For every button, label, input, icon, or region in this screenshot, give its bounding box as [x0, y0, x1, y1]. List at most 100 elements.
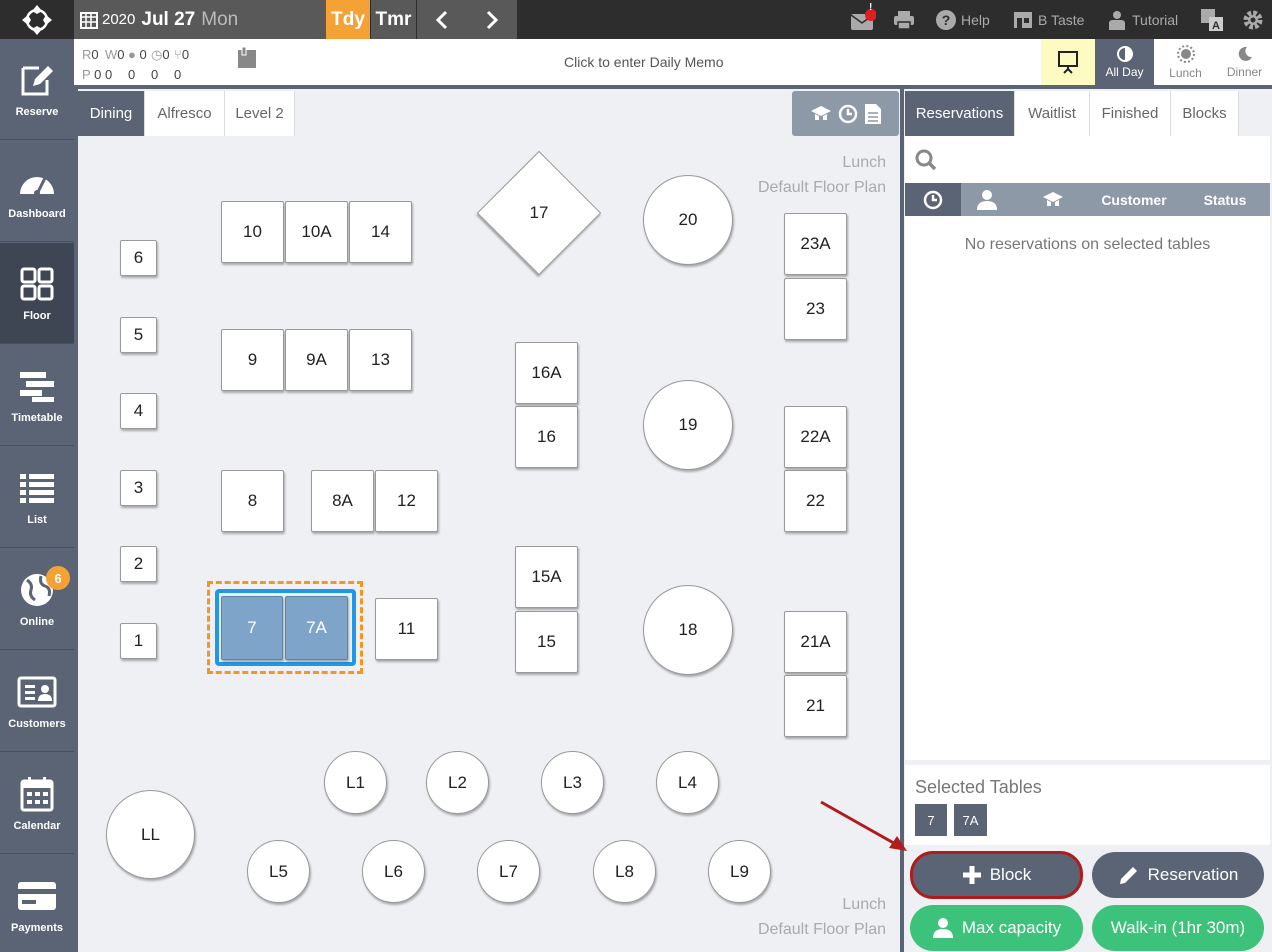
- count-pending: ◷0: [151, 47, 170, 62]
- table-l9[interactable]: L9: [708, 840, 771, 903]
- timeline-bars-icon: [20, 372, 54, 402]
- settings-button[interactable]: [1243, 0, 1263, 39]
- clock-icon[interactable]: [838, 104, 858, 124]
- table-8[interactable]: 8: [221, 470, 284, 532]
- sort-table-header[interactable]: [1013, 183, 1093, 216]
- selected-table-chip[interactable]: 7A: [954, 804, 987, 836]
- table-21a[interactable]: 21A: [784, 611, 847, 673]
- tab-reservations[interactable]: Reservations: [905, 91, 1015, 136]
- table-9[interactable]: 9: [221, 329, 284, 391]
- tab-level-2[interactable]: Level 2: [225, 91, 295, 136]
- document-icon[interactable]: [864, 103, 882, 125]
- clipboard-icon[interactable]: [236, 46, 258, 75]
- table-8a[interactable]: 8A: [311, 470, 374, 532]
- table-l3[interactable]: L3: [541, 751, 604, 814]
- table-23a[interactable]: 23A: [784, 213, 847, 275]
- period-dinner[interactable]: Dinner: [1215, 39, 1272, 85]
- store-icon: [1014, 11, 1032, 28]
- period-lunch[interactable]: Lunch: [1156, 39, 1215, 85]
- sort-time-header[interactable]: [905, 183, 961, 216]
- print-button[interactable]: [893, 0, 915, 39]
- sidebar-item-label: Online: [19, 616, 55, 628]
- table-6[interactable]: 6: [120, 240, 157, 276]
- tomorrow-button[interactable]: Tmr: [371, 0, 416, 39]
- table-16[interactable]: 16: [515, 406, 578, 468]
- moon-icon: [1238, 46, 1252, 61]
- today-button[interactable]: Tdy: [326, 0, 370, 39]
- table-12[interactable]: 12: [375, 470, 438, 532]
- table-l4[interactable]: L4: [656, 751, 719, 814]
- sidebar-item-payments[interactable]: Payments: [0, 855, 74, 952]
- selected-table-chip[interactable]: 7: [915, 804, 947, 836]
- sort-status-header[interactable]: Status: [1185, 183, 1265, 216]
- table-14[interactable]: 14: [349, 201, 412, 263]
- table-1[interactable]: 1: [120, 623, 157, 659]
- table-19[interactable]: 19: [643, 380, 733, 470]
- reservation-button[interactable]: Reservation: [1092, 852, 1264, 898]
- table-9a[interactable]: 9A: [285, 329, 348, 391]
- sidebar-item-timetable[interactable]: Timetable: [0, 345, 74, 446]
- sidebar-item-reserve[interactable]: Reserve: [0, 39, 74, 140]
- table-l6[interactable]: L6: [362, 840, 425, 903]
- sidebar-item-customers[interactable]: Customers: [0, 651, 74, 752]
- sort-party-header[interactable]: [961, 183, 1013, 216]
- app-logo-icon[interactable]: [0, 0, 74, 39]
- table-11[interactable]: 11: [375, 598, 438, 660]
- table-4[interactable]: 4: [120, 393, 157, 429]
- table-15[interactable]: 15: [515, 611, 578, 673]
- walk-in-button[interactable]: Walk-in (1hr 30m): [1092, 905, 1264, 951]
- table-l5[interactable]: L5: [247, 840, 310, 903]
- table-l7[interactable]: L7: [477, 840, 540, 903]
- period-all-day[interactable]: All Day: [1095, 39, 1154, 85]
- floor-view-toggle[interactable]: [1041, 39, 1095, 85]
- tab-waitlist[interactable]: Waitlist: [1015, 91, 1090, 136]
- table-22a[interactable]: 22A: [784, 406, 847, 468]
- table-10[interactable]: 10: [221, 201, 284, 263]
- table-20[interactable]: 20: [643, 175, 733, 265]
- previous-day-button[interactable]: [417, 0, 467, 39]
- table-l8[interactable]: L8: [593, 840, 656, 903]
- table-5[interactable]: 5: [120, 317, 157, 353]
- search-input[interactable]: [945, 151, 1265, 168]
- sidebar-item-online[interactable]: Online 6: [0, 549, 74, 650]
- table-15a[interactable]: 15A: [515, 546, 578, 608]
- table-21[interactable]: 21: [784, 675, 847, 737]
- tab-finished[interactable]: Finished: [1090, 91, 1171, 136]
- table-l2[interactable]: L2: [426, 751, 489, 814]
- language-button[interactable]: A: [1200, 0, 1224, 39]
- sort-customer-header[interactable]: Customer: [1093, 183, 1175, 216]
- sidebar-item-floor[interactable]: Floor: [0, 243, 74, 344]
- table-7a[interactable]: 7A: [285, 596, 348, 660]
- tutorial-button[interactable]: Tutorial: [1107, 0, 1178, 39]
- max-capacity-button[interactable]: Max capacity: [910, 905, 1083, 951]
- period-all-day-label: All Day: [1105, 64, 1144, 79]
- venue-button[interactable]: B Taste: [1013, 0, 1084, 39]
- sidebar-item-list[interactable]: List: [0, 447, 74, 548]
- current-year: 2020: [102, 11, 136, 28]
- sidebar-item-calendar[interactable]: Calendar: [0, 753, 74, 854]
- help-button[interactable]: ? Help: [936, 0, 990, 39]
- date-picker[interactable]: 2020 Jul 27 Mon: [74, 0, 326, 39]
- next-day-button[interactable]: [467, 0, 517, 39]
- table-23[interactable]: 23: [784, 278, 847, 340]
- table-13[interactable]: 13: [349, 329, 412, 391]
- graduation-cap-icon[interactable]: [810, 105, 832, 123]
- sidebar-item-dashboard[interactable]: Dashboard: [0, 141, 74, 242]
- table-18[interactable]: 18: [643, 585, 733, 675]
- table-7[interactable]: 7: [221, 596, 283, 660]
- mail-button[interactable]: !: [850, 0, 876, 39]
- table-16a[interactable]: 16A: [515, 342, 578, 404]
- tab-dining[interactable]: Dining: [78, 91, 145, 136]
- tab-alfresco[interactable]: Alfresco: [145, 91, 225, 136]
- table-ll[interactable]: LL: [106, 790, 195, 879]
- table-3[interactable]: 3: [120, 470, 157, 506]
- table-10a[interactable]: 10A: [285, 201, 348, 263]
- plus-icon: [962, 866, 981, 884]
- table-2[interactable]: 2: [120, 546, 157, 582]
- daily-memo-link[interactable]: Click to enter Daily Memo: [564, 54, 724, 70]
- tab-blocks[interactable]: Blocks: [1171, 91, 1239, 136]
- block-button[interactable]: Block: [910, 851, 1083, 899]
- table-22[interactable]: 22: [784, 470, 847, 532]
- table-l1[interactable]: L1: [324, 751, 387, 814]
- person-icon: [977, 189, 997, 210]
